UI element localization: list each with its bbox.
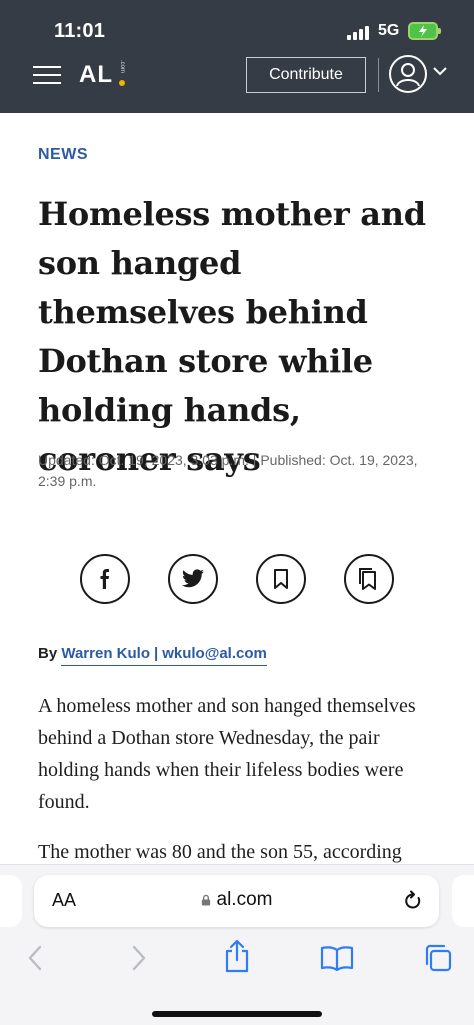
facebook-share-button[interactable] bbox=[80, 554, 130, 604]
site-logo[interactable]: AL bbox=[79, 61, 113, 89]
saved-list-icon bbox=[359, 568, 376, 590]
article-headline: Homeless mother and son hanged themselve… bbox=[38, 195, 426, 478]
bookmark-icon bbox=[274, 569, 288, 589]
twitter-share-button[interactable] bbox=[168, 554, 218, 604]
bookmarks-icon[interactable] bbox=[320, 945, 354, 971]
author-separator: | bbox=[153, 645, 159, 662]
url-text[interactable]: al.com bbox=[217, 889, 273, 910]
browser-chrome: AA al.com bbox=[0, 864, 474, 1025]
site-header: 11:01 5G AL .com Contribute bbox=[0, 0, 474, 113]
menu-icon[interactable] bbox=[33, 66, 61, 84]
byline-prefix: By bbox=[38, 645, 58, 662]
article-dateline: Updated: Oct. 19, 2023, 3:03 p.m. | Publ… bbox=[38, 452, 418, 489]
bookmark-button[interactable] bbox=[256, 554, 306, 604]
logo-dot-icon: .com bbox=[118, 60, 126, 86]
logo-suffix: .com bbox=[119, 60, 125, 74]
share-icon[interactable] bbox=[223, 939, 251, 973]
previous-tab-peek[interactable] bbox=[0, 875, 22, 927]
url-display[interactable]: al.com bbox=[34, 889, 439, 911]
back-icon[interactable] bbox=[26, 943, 46, 973]
saved-list-button[interactable] bbox=[344, 554, 394, 604]
share-buttons bbox=[80, 554, 396, 604]
home-indicator bbox=[152, 1011, 322, 1017]
author-link[interactable]: Warren Kulo | wkulo@al.com bbox=[61, 645, 267, 666]
address-bar[interactable]: AA al.com bbox=[34, 875, 439, 927]
next-tab-peek[interactable] bbox=[452, 875, 474, 927]
section-label[interactable]: NEWS bbox=[38, 146, 88, 164]
author-name[interactable]: Warren Kulo bbox=[61, 645, 150, 662]
signal-icon bbox=[347, 24, 371, 40]
user-account-icon[interactable] bbox=[389, 55, 427, 93]
browser-toolbar bbox=[0, 937, 474, 981]
status-time: 11:01 bbox=[54, 20, 106, 42]
author-email-link[interactable]: wkulo@al.com bbox=[162, 645, 267, 662]
article-paragraph: A homeless mother and son hanged themsel… bbox=[38, 695, 416, 813]
byline: By Warren Kulo | wkulo@al.com bbox=[38, 645, 267, 666]
forward-icon[interactable] bbox=[128, 943, 148, 973]
battery-icon bbox=[408, 22, 441, 40]
network-type: 5G bbox=[378, 22, 400, 39]
facebook-icon bbox=[100, 569, 109, 589]
tabs-icon[interactable] bbox=[423, 943, 453, 973]
lock-icon bbox=[201, 894, 210, 906]
chevron-down-icon[interactable] bbox=[432, 65, 448, 77]
contribute-button[interactable]: Contribute bbox=[246, 57, 366, 93]
twitter-icon bbox=[182, 569, 204, 588]
header-divider bbox=[378, 58, 379, 92]
reload-icon[interactable] bbox=[403, 890, 423, 912]
